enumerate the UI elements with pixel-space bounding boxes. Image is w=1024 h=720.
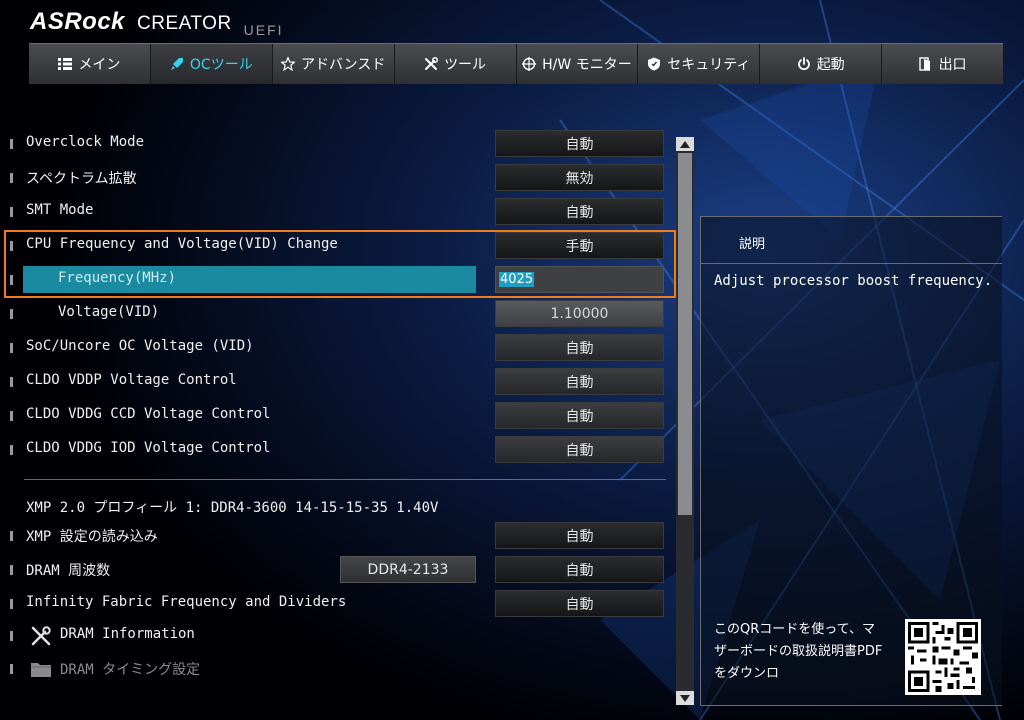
row-bullet [10,565,13,575]
setting-cpu-frequency-voltage-change[interactable]: CPU Frequency and Voltage(VID) Change 手動 [0,232,666,260]
row-bullet [10,631,13,641]
arrow-down-icon [680,694,690,702]
setting-value-dropdown[interactable]: 自動 [495,198,664,225]
submenu-dram-timing[interactable]: DRAM タイミング設定 [0,655,666,683]
row-bullet [10,377,13,387]
setting-label: CLDO VDDG CCD Voltage Control [26,406,271,422]
setting-label: XMP 設定の読み込み [26,529,158,545]
settings-scrollbar[interactable] [676,137,694,705]
submenu-dram-information[interactable]: DRAM Information [0,622,666,650]
arrow-up-icon [680,140,690,148]
row-bullet [10,664,13,674]
setting-dram-frequency[interactable]: DRAM 周波数 DDR4-2133 自動 [0,556,666,584]
setting-overclock-mode[interactable]: Overclock Mode 自動 [0,130,666,158]
setting-voltage-vid[interactable]: Voltage(VID) 1.10000 [0,300,666,328]
voltage-input[interactable]: 1.10000 [495,300,664,327]
setting-value-dropdown[interactable]: 自動 [495,334,664,361]
setting-xmp-load[interactable]: XMP 設定の読み込み 自動 [0,522,666,550]
setting-label: SoC/Uncore OC Voltage (VID) [26,338,254,354]
xmp-profile-info: XMP 2.0 プロフィール 1: DDR4-3600 14-15-15-35 … [26,500,439,516]
setting-cldo-vddg-ccd-voltage[interactable]: CLDO VDDG CCD Voltage Control 自動 [0,402,666,430]
row-bullet [10,343,13,353]
setting-label: スペクトラム拡散 [26,171,137,187]
scroll-down-button[interactable] [676,691,694,705]
setting-label: Infinity Fabric Frequency and Dividers [26,594,347,610]
description-panel: 説明 Adjust processor boost frequency. このQ… [700,216,1002,706]
frequency-input-text: 4025 [499,272,535,287]
tools-icon [31,626,51,646]
setting-value-dropdown[interactable]: 自動 [495,436,664,463]
setting-label: DRAM Information [60,626,195,642]
setting-label: Voltage(VID) [58,304,160,320]
description-text: Adjust processor boost frequency. [714,273,993,289]
tab-boot-label: 起動 [816,57,845,73]
setting-spread-spectrum[interactable]: スペクトラム拡散 無効 [0,164,666,192]
folder-icon [31,663,51,677]
setting-smt-mode[interactable]: SMT Mode 自動 [0,198,666,226]
frequency-input[interactable]: 4025 [495,266,664,293]
scroll-thumb[interactable] [678,153,692,515]
exit-icon [918,57,930,71]
setting-value-dropdown[interactable]: 自動 [495,556,664,583]
setting-label: SMT Mode [26,202,94,218]
settings-list: Overclock Mode 自動 スペクトラム拡散 無効 SMT Mode 自… [0,0,700,720]
qr-code-image [905,619,981,695]
setting-value-dropdown[interactable]: 自動 [495,402,664,429]
setting-value-dropdown[interactable]: 自動 [495,368,664,395]
row-bullet [10,241,13,251]
setting-value-dropdown[interactable]: 手動 [495,232,664,259]
description-header: 説明 [701,217,1002,264]
qr-code-note: このQRコードを使って、マザーボードの取扱説明書PDFをダウンロ [714,622,883,681]
row-bullet [10,411,13,421]
power-icon [797,57,810,71]
setting-label: DRAM タイミング設定 [60,662,201,678]
section-divider [24,479,666,480]
row-bullet [10,173,13,183]
setting-soc-uncore-oc-voltage[interactable]: SoC/Uncore OC Voltage (VID) 自動 [0,334,666,362]
tab-exit[interactable]: 出口 [882,44,1003,84]
dram-current-frequency: DDR4-2133 [340,556,476,583]
setting-label: CLDO VDDG IOD Voltage Control [26,440,271,456]
scroll-up-button[interactable] [676,137,694,151]
setting-frequency-mhz[interactable]: Frequency(MHz) 4025 [0,266,666,294]
setting-value-dropdown[interactable]: 自動 [495,522,664,549]
setting-infinity-fabric[interactable]: Infinity Fabric Frequency and Dividers 自… [0,590,666,618]
setting-label: Frequency(MHz) [58,270,177,286]
row-bullet [10,531,13,541]
setting-cldo-vddp-voltage[interactable]: CLDO VDDP Voltage Control 自動 [0,368,666,396]
setting-label: CPU Frequency and Voltage(VID) Change [26,236,338,252]
row-bullet [10,275,13,285]
setting-cldo-vddg-iod-voltage[interactable]: CLDO VDDG IOD Voltage Control 自動 [0,436,666,464]
setting-value-dropdown[interactable]: 無効 [495,164,664,191]
row-bullet [10,445,13,455]
row-bullet [10,599,13,609]
setting-value-dropdown[interactable]: 自動 [495,590,664,617]
tab-boot[interactable]: 起動 [760,44,883,84]
tab-exit-label: 出口 [938,57,967,73]
row-bullet [10,309,13,319]
setting-value-dropdown[interactable]: 自動 [495,130,664,157]
setting-label: DRAM 周波数 [26,563,111,579]
setting-label: Overclock Mode [26,134,145,150]
setting-label: CLDO VDDP Voltage Control [26,372,237,388]
row-bullet [10,207,13,217]
description-title: 説明 [739,237,766,252]
row-bullet [10,139,13,149]
